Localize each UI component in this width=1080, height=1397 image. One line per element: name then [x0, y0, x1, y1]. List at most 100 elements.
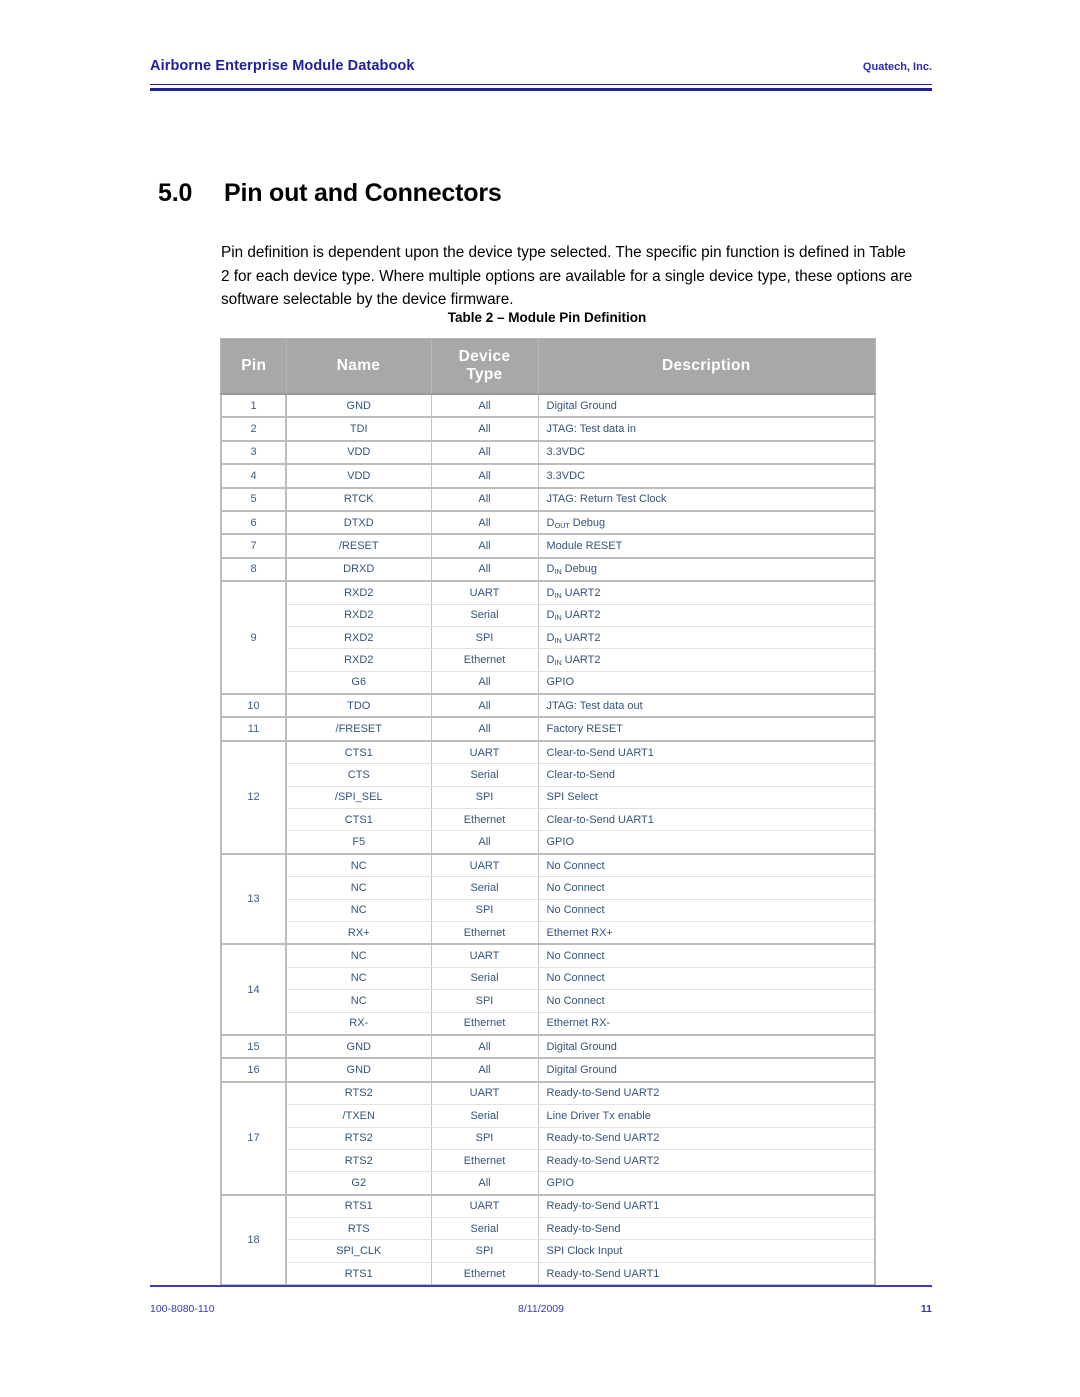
cell-description: No Connect [537, 898, 876, 922]
cell-description: JTAG: Test data out [537, 693, 876, 719]
cell-device-type: All [430, 533, 539, 559]
table-row: NC Serial No Connect [221, 966, 876, 991]
cell-device-type: SPI [430, 1239, 539, 1263]
header-company-name: Quatech, Inc. [862, 61, 932, 73]
cell-device-type: SPI [430, 989, 539, 1013]
cell-description: DIN Debug [537, 556, 876, 583]
table-row: SPI_CLK SPI SPI Clock Input [221, 1239, 876, 1263]
cell-description: JTAG: Test data in [537, 416, 876, 442]
cell-description: GPIO [537, 830, 876, 855]
cell-description: 3.3VDC [537, 439, 876, 466]
cell-pin-number: 8 [220, 556, 287, 583]
column-header-pin: Pin [220, 338, 287, 395]
cell-description: GPIO [537, 670, 876, 696]
cell-description: No Connect [537, 852, 876, 878]
cell-device-type: All [430, 509, 539, 536]
table-row: 15 GND All Digital Ground [220, 1033, 876, 1060]
table-row: RTS2 SPI Ready-to-Send UART2 [221, 1126, 876, 1150]
cell-description: Ready-to-Send UART2 [537, 1126, 876, 1150]
section-title: Pin out and Connectors [224, 178, 502, 207]
cell-signal-name: RXD2 [285, 625, 432, 650]
table-row: 12 CTS1 UART Clear-to-Send UART1 [220, 739, 876, 855]
cell-description: SPI Select [537, 785, 876, 810]
description-tail: UART2 [561, 653, 601, 666]
cell-description: Ready-to-Send [537, 1217, 876, 1241]
cell-signal-name: DRXD [285, 556, 432, 583]
cell-signal-name: RTS1 [285, 1193, 432, 1219]
cell-device-type: Ethernet [430, 1148, 539, 1173]
table-row: G6 All GPIO [221, 670, 876, 696]
cell-signal-name: F5 [285, 830, 432, 855]
table-row: /SPI_SEL SPI SPI Select [221, 785, 876, 810]
description-tail: UART2 [561, 586, 601, 599]
cell-pin-number: 12 [220, 739, 287, 855]
cell-signal-name: /RESET [285, 533, 432, 559]
cell-signal-name: DTXD [285, 509, 432, 536]
table-row: 3 VDD All 3.3VDC [220, 439, 876, 466]
cell-description: DIN UART2 [537, 648, 876, 672]
cell-signal-name: CTS1 [285, 739, 432, 765]
cell-signal-name: G6 [285, 670, 432, 696]
table-row: 5 RTCK All JTAG: Return Test Clock [220, 486, 876, 512]
cell-device-type: Ethernet [430, 808, 539, 832]
cell-signal-name: /TXEN [285, 1104, 432, 1128]
table-row: RX+ Ethernet Ethernet RX+ [221, 920, 876, 946]
cell-signal-name: RXD2 [285, 603, 432, 627]
table-row: 9 RXD2 UART DIN UART2 [220, 580, 876, 696]
cell-device-type: Serial [430, 876, 539, 900]
table-body: 1 GND All Digital Ground 2 TDI All JTAG: Test d… [220, 392, 876, 1287]
table-row: NC Serial No Connect [221, 876, 876, 900]
table-row: 7/RESET All Module RESET [220, 533, 876, 559]
cell-signal-name: RTS1 [285, 1261, 432, 1287]
cell-device-type: All [430, 463, 539, 489]
device-type-line1: Device [458, 348, 511, 365]
cell-signal-name: /SPI_SEL [285, 785, 432, 810]
cell-description: 3.3VDC [537, 463, 876, 489]
cell-signal-name: RXD2 [285, 648, 432, 672]
description-subscript: OUT [554, 520, 570, 530]
table-row: CTS Serial Clear-to-Send [221, 763, 876, 787]
cell-description: GPIO [537, 1171, 876, 1196]
cell-description: No Connect [537, 943, 876, 968]
description-subscript: IN [554, 590, 562, 600]
table-row: CTS1 Ethernet Clear-to-Send UART1 [221, 808, 876, 832]
table-row: RTS Serial Ready-to-Send [221, 1217, 876, 1241]
cell-description: Digital Ground [537, 1033, 876, 1060]
cell-device-type: Serial [430, 966, 539, 991]
cell-description: Ready-to-Send UART2 [537, 1080, 876, 1106]
cell-device-type: All [430, 556, 539, 583]
description-tail: Debug [561, 563, 598, 576]
table-row: RXD2 SPI DIN UART2 [221, 625, 876, 650]
cell-device-type: All [430, 693, 539, 719]
cell-signal-name: GND [285, 1033, 432, 1060]
description-tail: UART2 [561, 631, 601, 644]
cell-signal-name: NC [285, 876, 432, 900]
cell-description: No Connect [537, 966, 876, 991]
table-row: 10 TDO All JTAG: Test data out [220, 693, 876, 719]
description-subscript: IN [554, 567, 562, 577]
cell-pin-number: 2 [220, 416, 287, 442]
column-header-device-type: Device Type [430, 338, 539, 395]
cell-description: Ethernet RX+ [537, 920, 876, 946]
table-row: RX- Ethernet Ethernet RX- [221, 1011, 876, 1036]
cell-device-type: All [430, 1033, 539, 1060]
module-pin-definition-table: Pin Name Device Type Description 1 GND All D… [220, 338, 876, 1287]
table-row: /TXEN Serial Line Driver Tx enable [221, 1104, 876, 1128]
cell-pin-number: 9 [220, 580, 287, 696]
table-row: RXD2 Ethernet DIN UART2 [221, 648, 876, 672]
cell-signal-name: RTCK [285, 486, 432, 512]
cell-device-type: All [430, 416, 539, 442]
cell-signal-name: CTS [285, 763, 432, 787]
document-page: Airborne Enterprise Module Databook Quat… [0, 0, 1080, 1397]
table-header-row: Pin Name Device Type Description [220, 338, 876, 395]
cell-signal-name: CTS1 [285, 808, 432, 832]
cell-signal-name: VDD [285, 463, 432, 489]
cell-description: Ethernet RX- [537, 1011, 876, 1036]
cell-signal-name: GND [285, 392, 432, 419]
table-row: 13 NC UART No Connect [220, 852, 876, 946]
cell-description: JTAG: Return Test Clock [537, 486, 876, 512]
cell-signal-name: G2 [285, 1171, 432, 1196]
table-row: RXD2 Serial DIN UART2 [221, 603, 876, 627]
cell-pin-number: 11 [220, 716, 287, 742]
cell-pin-number: 16 [220, 1057, 287, 1083]
